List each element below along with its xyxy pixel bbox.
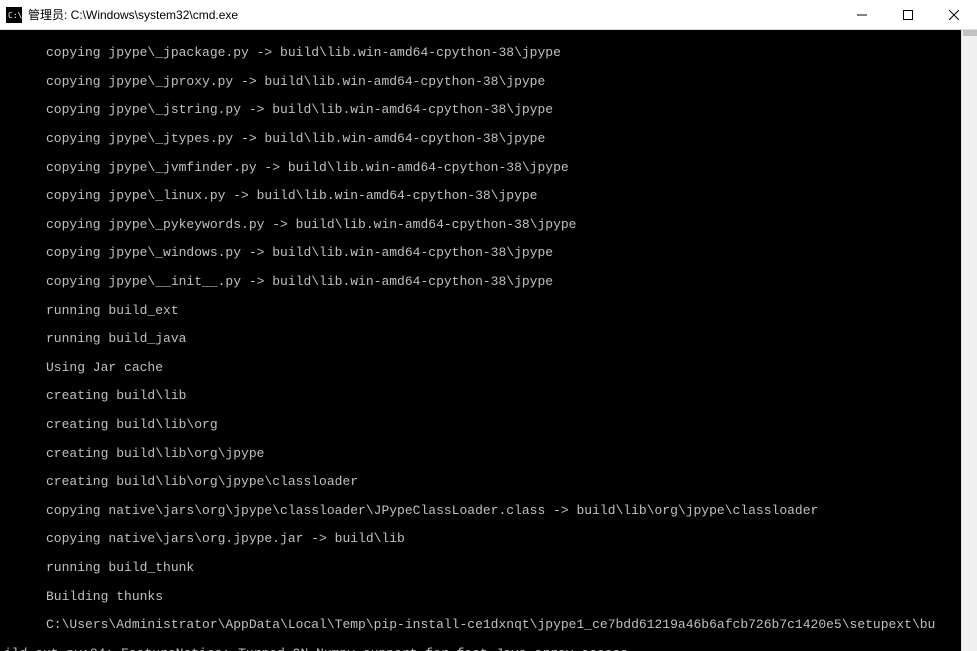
output-line: copying jpype\__init__.py -> build\lib.w… <box>4 275 973 289</box>
output-line: copying jpype\_windows.py -> build\lib.w… <box>4 246 973 260</box>
window-title: 管理员: C:\Windows\system32\cmd.exe <box>28 6 839 23</box>
output-line: creating build\lib\org <box>4 418 973 432</box>
close-button[interactable] <box>931 0 977 29</box>
output-line: copying jpype\_jtypes.py -> build\lib.wi… <box>4 132 973 146</box>
cmd-icon: C:\ <box>6 7 22 23</box>
output-line: ild_ext.py:84: FeatureNotice: Turned ON … <box>4 647 973 651</box>
output-line: running build_java <box>4 332 973 346</box>
output-line: running build_ext <box>4 304 973 318</box>
output-line: Using Jar cache <box>4 361 973 375</box>
scrollbar-thumb[interactable] <box>963 30 977 36</box>
output-line: copying jpype\_jpackage.py -> build\lib.… <box>4 46 973 60</box>
output-line: copying jpype\_jstring.py -> build\lib.w… <box>4 103 973 117</box>
maximize-button[interactable] <box>885 0 931 29</box>
output-line: copying jpype\_jproxy.py -> build\lib.wi… <box>4 75 973 89</box>
output-line: creating build\lib\org\jpype\classloader <box>4 475 973 489</box>
output-line: copying native\jars\org.jpype.jar -> bui… <box>4 532 973 546</box>
output-line: Building thunks <box>4 590 973 604</box>
svg-text:C:\: C:\ <box>8 11 22 20</box>
window-controls <box>839 0 977 29</box>
titlebar: C:\ 管理员: C:\Windows\system32\cmd.exe <box>0 0 977 30</box>
terminal-output[interactable]: copying jpype\_jpackage.py -> build\lib.… <box>0 30 977 651</box>
output-line: creating build\lib\org\jpype <box>4 447 973 461</box>
vertical-scrollbar[interactable] <box>961 30 977 651</box>
output-line: copying jpype\_pykeywords.py -> build\li… <box>4 218 973 232</box>
output-line: C:\Users\Administrator\AppData\Local\Tem… <box>4 618 973 632</box>
output-line: copying jpype\_jvmfinder.py -> build\lib… <box>4 161 973 175</box>
minimize-button[interactable] <box>839 0 885 29</box>
output-line: copying jpype\_linux.py -> build\lib.win… <box>4 189 973 203</box>
output-line: running build_thunk <box>4 561 973 575</box>
output-line: copying native\jars\org\jpype\classloade… <box>4 504 973 518</box>
output-line: creating build\lib <box>4 389 973 403</box>
